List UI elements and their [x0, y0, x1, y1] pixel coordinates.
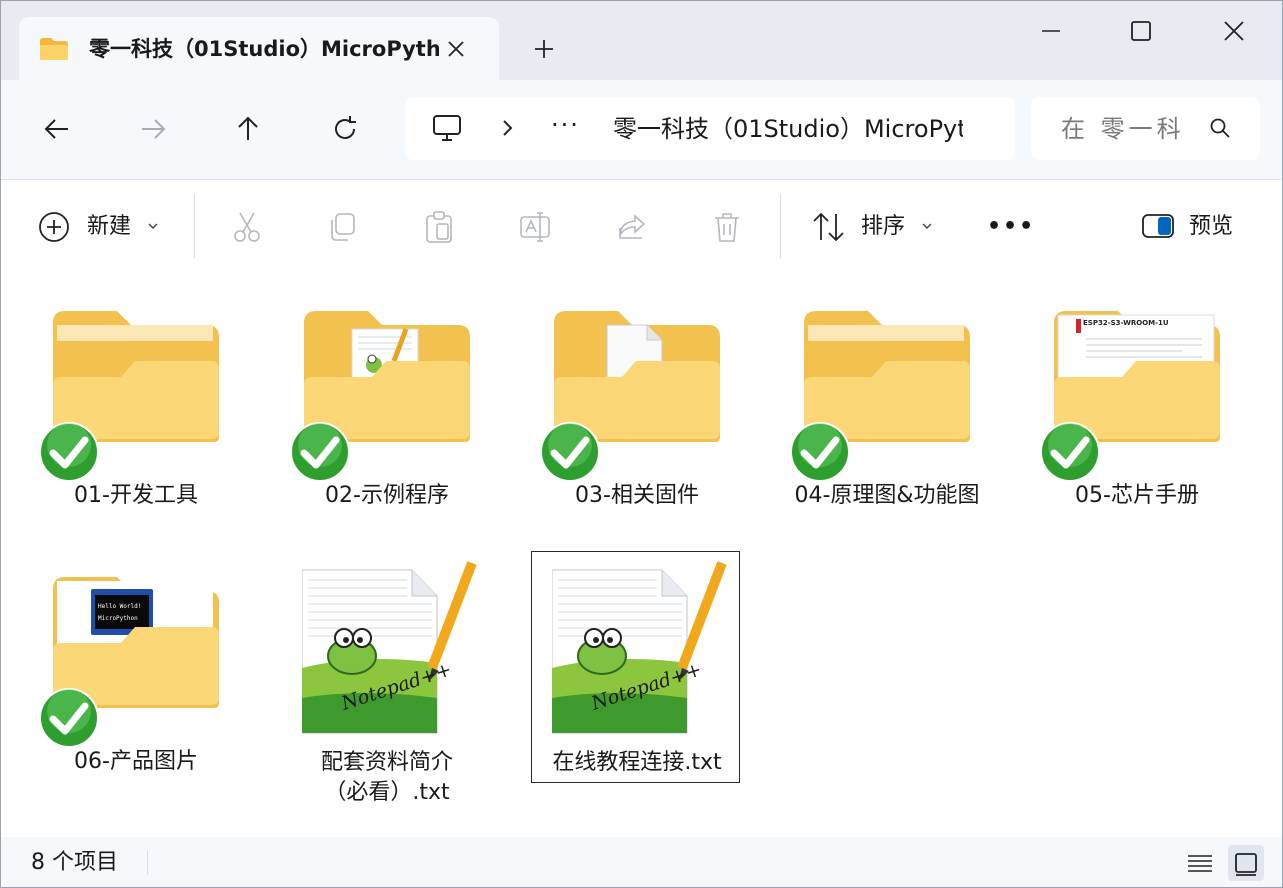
breadcrumb-overflow[interactable]: ···: [551, 111, 580, 139]
sync-check-icon: [39, 688, 99, 748]
item-name: 05-芯片手册: [1075, 483, 1199, 508]
minimize-icon[interactable]: [1037, 17, 1065, 45]
sync-check-icon: [290, 422, 350, 482]
folder-item[interactable]: 02-示例程序: [282, 309, 492, 549]
cut-icon[interactable]: [230, 210, 264, 244]
oled-line-1: Hello World!: [98, 603, 141, 610]
file-list: 01-开发工具 02-示例程序 03-相关固件 04-原理图&功能图 ESP32…: [1, 273, 1282, 833]
folder-item[interactable]: 03-相关固件: [532, 309, 742, 549]
notepad-file-icon: Notepad++: [552, 561, 727, 734]
maximize-icon[interactable]: [1127, 17, 1155, 45]
close-window-icon[interactable]: [1220, 17, 1248, 45]
sort-label: 排序: [861, 214, 906, 239]
sync-check-icon: [540, 422, 600, 482]
notepad-file-icon: Notepad++: [302, 561, 477, 734]
tab-title: 零一科技（01Studio）MicroPython: [89, 37, 439, 61]
command-bar: 新建 排序 ••• 预览: [1, 180, 1282, 274]
rename-icon[interactable]: [518, 210, 552, 244]
breadcrumb-current-folder[interactable]: 零一科技（01Studio）MicroPython: [613, 113, 963, 145]
new-label: 新建: [87, 214, 132, 239]
item-count: 8 个项目: [31, 850, 118, 875]
item-name: 配套资料简介（必看）.txt: [320, 750, 453, 805]
status-bar: 8 个项目: [1, 837, 1282, 887]
large-icons-view-icon: [1235, 853, 1257, 876]
more-label: •••: [987, 214, 1036, 239]
title-bar: 零一科技（01Studio）MicroPython: [1, 1, 1282, 80]
delete-icon[interactable]: [710, 210, 744, 244]
copy-icon[interactable]: [326, 210, 360, 244]
refresh-icon[interactable]: [330, 114, 360, 144]
preview-pane-button[interactable]: 预览: [1141, 210, 1251, 244]
item-name: 04-原理图&功能图: [794, 483, 980, 508]
oled-line-2: MicroPython: [98, 615, 138, 622]
item-name: 01-开发工具: [74, 483, 198, 508]
sort-button[interactable]: 排序: [811, 210, 941, 244]
share-icon[interactable]: [615, 210, 649, 244]
computer-icon: [433, 115, 461, 141]
chevron-down-icon: [148, 223, 158, 229]
item-name: 02-示例程序: [325, 483, 449, 508]
folder-icon: [40, 38, 68, 60]
new-button[interactable]: 新建: [37, 210, 167, 244]
close-tab-icon[interactable]: [444, 37, 468, 61]
tab-active[interactable]: 零一科技（01Studio）MicroPython: [19, 17, 499, 80]
preview-pane-icon: [1142, 214, 1174, 238]
sync-check-icon: [1040, 422, 1100, 482]
paste-icon[interactable]: [422, 210, 456, 244]
forward-arrow-icon[interactable]: [138, 114, 168, 144]
preview-label: 预览: [1189, 214, 1234, 239]
search-box[interactable]: 在 零一科技（01Studio）MicroPython 中搜索: [1031, 97, 1260, 160]
file-explorer-window: 零一科技（01Studio）MicroPython ··· 零一科技（01Stu…: [0, 0, 1283, 888]
item-name: 06-产品图片: [74, 749, 198, 774]
plus-circle-icon: [39, 212, 69, 242]
more-options-button[interactable]: •••: [987, 210, 1033, 244]
search-input[interactable]: 在 零一科技（01Studio）MicroPython 中搜索: [1061, 113, 1181, 145]
folder-item[interactable]: Hello World! MicroPython 06-产品图片: [31, 575, 241, 815]
sync-check-icon: [39, 422, 99, 482]
details-view-icon[interactable]: [1182, 845, 1218, 881]
separator: [194, 194, 195, 258]
back-arrow-icon[interactable]: [42, 114, 72, 144]
sync-check-icon: [790, 422, 850, 482]
item-name: 03-相关固件: [575, 483, 699, 508]
up-arrow-icon[interactable]: [233, 114, 263, 144]
item-name: 在线教程连接.txt: [552, 750, 722, 775]
chevron-down-icon: [922, 223, 932, 229]
file-item[interactable]: Notepad++ 配套资料简介（必看）.txt: [282, 558, 492, 818]
navigation-bar: ··· 零一科技（01Studio）MicroPython 在 零一科技（01S…: [1, 80, 1282, 180]
folder-item[interactable]: 01-开发工具: [31, 309, 241, 549]
separator: [780, 194, 781, 258]
file-item[interactable]: Notepad++ 在线教程连接.txt: [532, 558, 742, 818]
chevron-right-icon[interactable]: [498, 118, 516, 138]
folder-item[interactable]: 04-原理图&功能图: [782, 309, 992, 549]
search-icon[interactable]: [1209, 117, 1231, 139]
datasheet-title: ESP32-S3-WROOM-1U: [1083, 319, 1169, 327]
address-bar[interactable]: ··· 零一科技（01Studio）MicroPython: [405, 97, 1015, 160]
separator: [147, 851, 148, 875]
folder-item[interactable]: ESP32-S3-WROOM-1U 05-芯片手册: [1032, 309, 1242, 549]
sort-arrows-icon: [813, 212, 844, 242]
new-tab-icon[interactable]: [532, 37, 556, 61]
large-icons-view-button[interactable]: [1228, 845, 1264, 881]
